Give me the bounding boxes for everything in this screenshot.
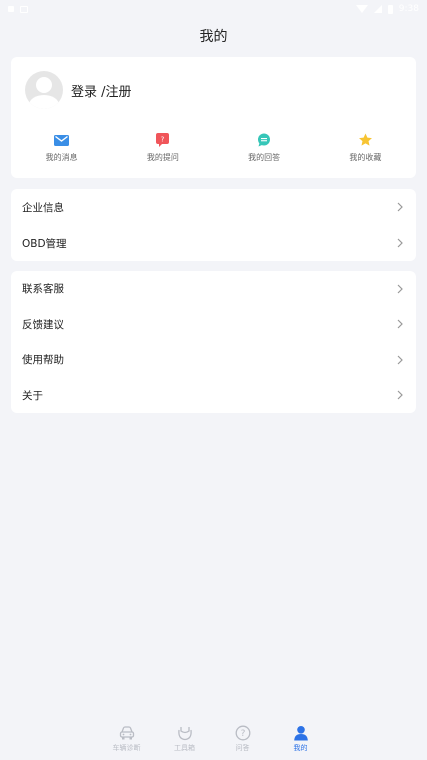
- menu-item-about[interactable]: 关于: [11, 378, 416, 414]
- svg-text:?: ?: [240, 729, 245, 739]
- quick-action-label: 我的回答: [248, 153, 281, 162]
- quick-action-label: 我的提问: [146, 153, 179, 162]
- svg-text:?: ?: [161, 136, 165, 144]
- chevron-right-icon: [395, 353, 405, 367]
- car-icon: [119, 724, 135, 742]
- quick-action-favorites[interactable]: 我的收藏: [315, 133, 416, 163]
- bottom-tab-bar: 车辆诊断 工具箱 ? 问答 我的: [0, 724, 427, 760]
- quick-action-answers[interactable]: 我的回答: [214, 133, 315, 163]
- toolbox-icon: [177, 724, 193, 742]
- menu-item-label: 关于: [22, 389, 43, 402]
- tab-label: 工具箱: [174, 744, 195, 752]
- status-time: 9:38: [398, 4, 419, 14]
- login-row[interactable]: 登录 /注册: [25, 71, 132, 109]
- chevron-right-icon: [395, 388, 405, 402]
- tab-qa[interactable]: ? 问答: [221, 724, 265, 760]
- login-register-link[interactable]: 登录 /注册: [71, 81, 132, 100]
- menu-item-label: 联系客服: [22, 283, 64, 296]
- page-title: 我的: [199, 29, 228, 45]
- tab-mine[interactable]: 我的: [279, 724, 323, 760]
- question-circle-icon: ?: [235, 724, 251, 742]
- menu-item-label: OBD管理: [22, 237, 67, 250]
- menu-item-contact-support[interactable]: 联系客服: [11, 271, 416, 307]
- quick-action-label: 我的收藏: [349, 153, 382, 162]
- battery-icon: [387, 4, 393, 14]
- menu-item-obd-management[interactable]: OBD管理: [11, 225, 416, 261]
- user-icon: [293, 724, 309, 742]
- question-bubble-icon: ?: [156, 133, 170, 147]
- menu-item-label: 反馈建议: [22, 318, 64, 331]
- chevron-right-icon: [395, 282, 405, 296]
- star-icon: [358, 133, 373, 147]
- chevron-right-icon: [395, 317, 405, 331]
- tab-label: 我的: [293, 744, 308, 752]
- tab-label: 问答: [235, 744, 250, 752]
- status-right: 9:38: [355, 4, 419, 14]
- quick-action-messages[interactable]: 我的消息: [11, 133, 112, 163]
- menu-item-company-info[interactable]: 企业信息: [11, 189, 416, 225]
- status-bar: 9:38: [0, 0, 427, 18]
- avatar[interactable]: [25, 71, 63, 109]
- tab-label: 车辆诊断: [112, 744, 141, 752]
- menu-item-help[interactable]: 使用帮助: [11, 342, 416, 378]
- tab-vehicle-diagnosis[interactable]: 车辆诊断: [105, 724, 149, 760]
- chevron-right-icon: [395, 236, 405, 250]
- mail-icon: [54, 133, 70, 147]
- menu-group-company: 企业信息 OBD管理: [11, 189, 416, 261]
- chevron-right-icon: [395, 200, 405, 214]
- app-notification-icon: [20, 5, 28, 13]
- chat-bubble-icon: [257, 133, 271, 147]
- menu-item-label: 使用帮助: [22, 354, 64, 367]
- menu-item-feedback[interactable]: 反馈建议: [11, 307, 416, 343]
- notification-icon: [8, 6, 14, 12]
- quick-action-label: 我的消息: [45, 153, 78, 162]
- status-left: [8, 5, 28, 13]
- quick-action-questions[interactable]: ? 我的提问: [112, 133, 213, 163]
- menu-item-label: 企业信息: [22, 201, 64, 214]
- profile-card: 登录 /注册 我的消息 ? 我的提问 我的回答 我的收藏: [11, 57, 416, 178]
- quick-actions: 我的消息 ? 我的提问 我的回答 我的收藏: [11, 133, 416, 163]
- menu-group-support: 联系客服 反馈建议 使用帮助 关于: [11, 271, 416, 413]
- tab-toolbox[interactable]: 工具箱: [163, 724, 207, 760]
- signal-icon: [373, 5, 382, 13]
- wifi-icon: [355, 5, 368, 13]
